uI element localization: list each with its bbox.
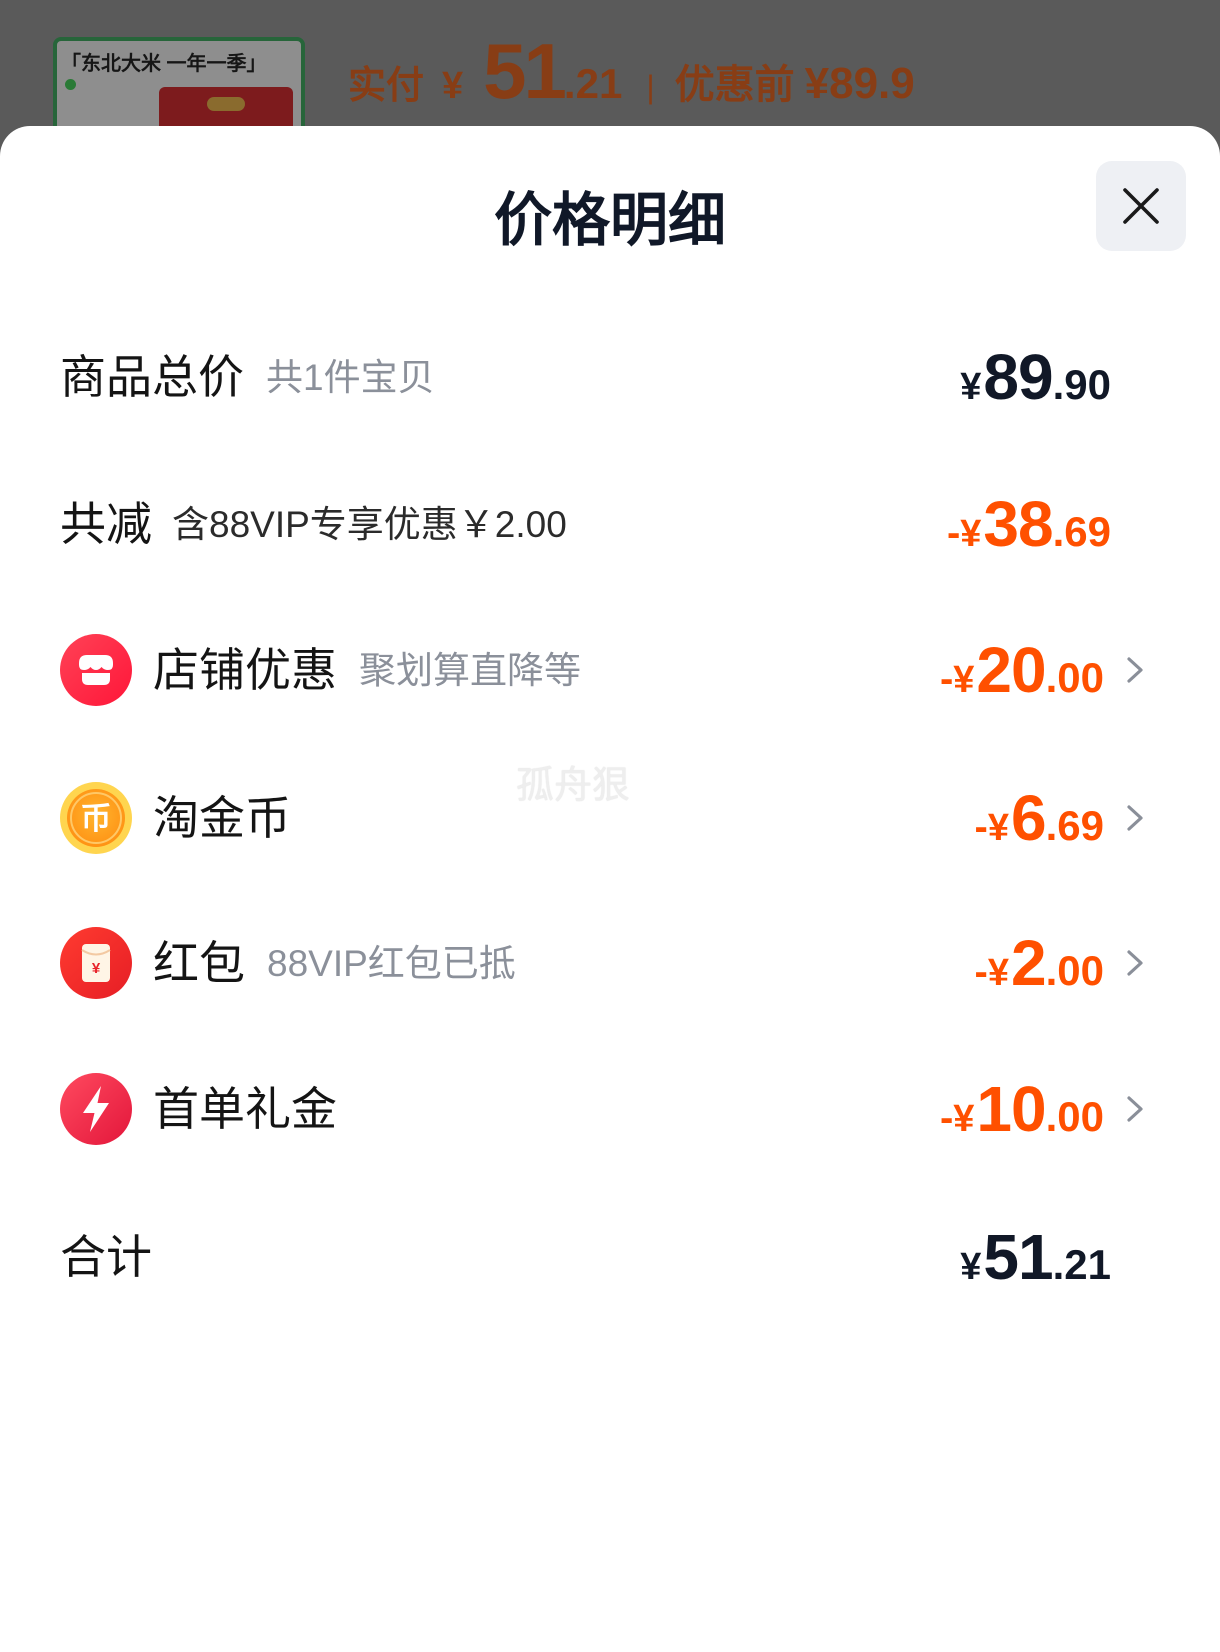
amount-integer: 20	[976, 634, 1046, 706]
rice-bag-label	[207, 97, 245, 111]
store-icon	[60, 634, 132, 706]
row-grand-total: 合计 ¥ 51 .21	[0, 1212, 1220, 1302]
coin-glyph: 币	[81, 801, 112, 836]
row-label: 淘金币	[153, 792, 291, 844]
price-detail-sheet: 价格明细 商品总价 共1件宝贝 ¥ 89 .90 共减 含88VIP专享优惠￥2…	[0, 126, 1220, 1652]
row-note: 聚划算直降等	[359, 649, 581, 691]
row-label: 共减	[60, 498, 152, 550]
red-packet-icon: ¥	[60, 927, 132, 999]
paid-currency: ¥	[442, 65, 464, 107]
paid-amount-integer: 51	[483, 27, 567, 115]
amount-currency: ¥	[960, 366, 982, 408]
amount-decimal: .69	[1045, 802, 1104, 849]
row-amount: - ¥ 10 .00	[940, 1077, 1104, 1141]
original-price: ¥89.9	[804, 59, 915, 108]
check-icon	[65, 79, 76, 90]
row-amount: ¥ 89 .90	[960, 345, 1111, 409]
close-button[interactable]	[1096, 161, 1186, 251]
row-amount: - ¥ 38 .69	[947, 492, 1111, 556]
row-item-total: 商品总价 共1件宝贝 ¥ 89 .90	[0, 332, 1220, 422]
row-note: 含88VIP专享优惠￥2.00	[172, 503, 567, 545]
amount-sign: -	[939, 657, 954, 701]
row-label: 首单礼金	[153, 1083, 337, 1135]
total-label: 合计	[60, 1231, 152, 1283]
coin-icon: 币	[60, 782, 132, 854]
paid-label: 实付	[348, 65, 425, 107]
paid-price-summary: 实付 ¥ 51 .21 | 优惠前 ¥89.9	[348, 32, 915, 112]
amount-decimal: .21	[1052, 1241, 1111, 1288]
row-label: 红包	[153, 937, 245, 989]
amount-sign: -	[946, 511, 961, 555]
row-note: 共1件宝贝	[266, 356, 435, 398]
sheet-title: 价格明细	[493, 188, 726, 253]
amount-currency: ¥	[987, 807, 1010, 849]
total-amount: ¥ 51 .21	[960, 1225, 1111, 1289]
red-packet-glyph: ¥	[92, 960, 101, 977]
amount-sign: -	[974, 950, 988, 994]
chevron-right-icon[interactable]	[1124, 654, 1146, 686]
amount-currency: ¥	[953, 1098, 975, 1140]
amount-integer: 89	[983, 341, 1053, 413]
lightning-icon	[60, 1073, 132, 1145]
amount-sign: -	[939, 1096, 954, 1140]
chevron-right-icon[interactable]	[1124, 947, 1146, 979]
row-amount: - ¥ 20 .00	[940, 638, 1104, 702]
row-red-packet[interactable]: ¥ 红包 88VIP红包已抵 - ¥ 2 .00	[0, 918, 1220, 1008]
amount-integer: 6	[1011, 782, 1047, 854]
amount-decimal: .00	[1045, 654, 1104, 701]
amount-currency: ¥	[960, 1246, 982, 1288]
row-label: 店铺优惠	[153, 644, 337, 696]
row-total-discount: 共减 含88VIP专享优惠￥2.00 - ¥ 38 .69	[0, 479, 1220, 569]
row-amount: - ¥ 2 .00	[975, 931, 1104, 995]
amount-decimal: .69	[1052, 508, 1111, 555]
product-thumbnail-title: 「东北大米 一年一季」	[61, 53, 267, 75]
paid-amount-decimal: .21	[563, 60, 623, 107]
row-note: 88VIP红包已抵	[267, 942, 516, 984]
row-label: 商品总价	[60, 351, 244, 403]
row-amount: - ¥ 6 .69	[975, 786, 1104, 850]
amount-integer: 2	[1011, 927, 1047, 999]
amount-currency: ¥	[987, 952, 1010, 994]
watermark: 孤舟狠	[516, 765, 631, 807]
amount-decimal: .00	[1045, 947, 1104, 994]
row-first-order-gift[interactable]: 首单礼金 - ¥ 10 .00	[0, 1064, 1220, 1154]
amount-integer: 38	[983, 488, 1053, 560]
amount-sign: -	[974, 805, 988, 849]
original-price-label: 优惠前	[674, 63, 795, 107]
amount-integer: 10	[976, 1073, 1046, 1145]
amount-integer: 51	[983, 1221, 1053, 1293]
chevron-right-icon[interactable]	[1124, 1093, 1146, 1125]
chevron-right-icon[interactable]	[1124, 802, 1146, 834]
amount-decimal: .90	[1052, 361, 1111, 408]
price-divider: |	[646, 69, 655, 105]
amount-currency: ¥	[960, 513, 982, 555]
row-store-discount[interactable]: 店铺优惠 聚划算直降等 - ¥ 20 .00	[0, 625, 1220, 715]
close-icon	[1123, 188, 1159, 224]
amount-decimal: .00	[1045, 1093, 1104, 1140]
amount-currency: ¥	[953, 659, 975, 701]
